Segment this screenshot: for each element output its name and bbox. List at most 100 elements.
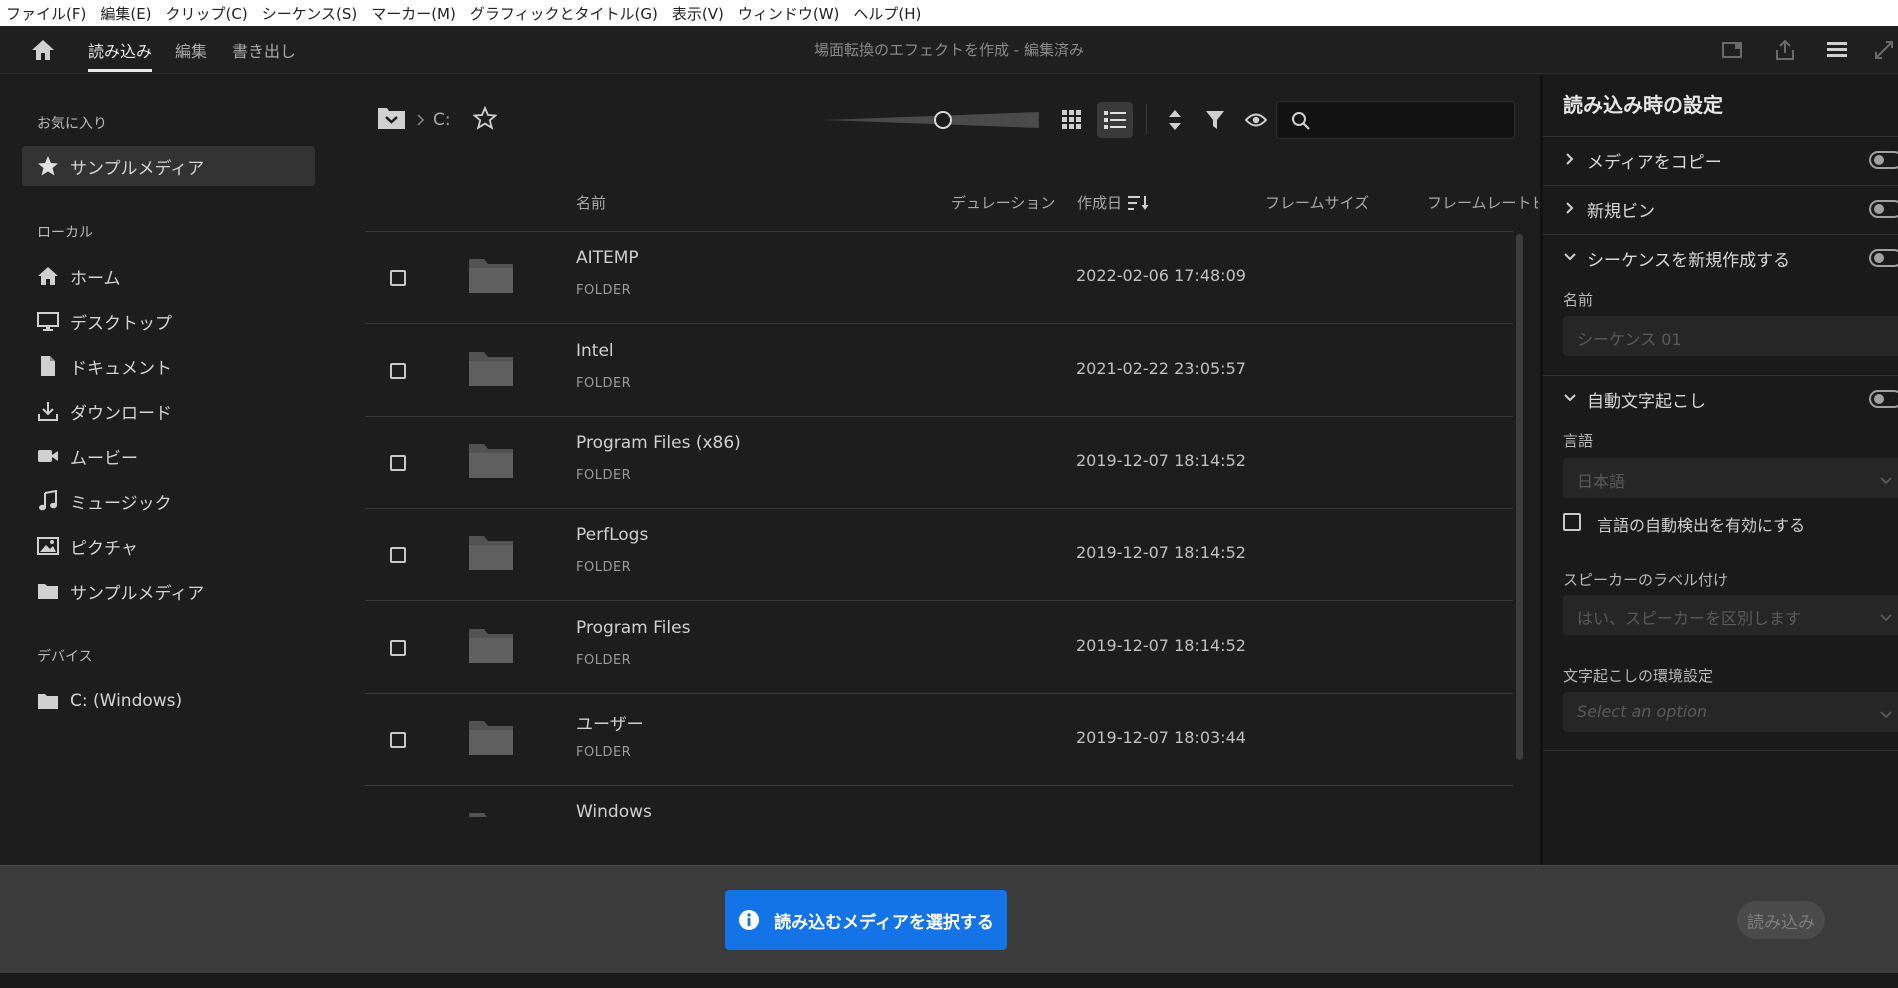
row-checkbox[interactable]: [390, 547, 406, 563]
column-frame-size[interactable]: フレームサイズ: [1265, 192, 1369, 213]
settings-title: 読み込み時の設定: [1563, 93, 1723, 117]
sidebar-item-downloads[interactable]: ダウンロード: [22, 391, 315, 431]
table-row[interactable]: PerfLogs FOLDER 2019-12-07 18:14:52: [365, 509, 1513, 601]
transcribe-pref-select[interactable]: Select an option: [1563, 692, 1898, 732]
new-bin-toggle[interactable]: [1869, 200, 1898, 218]
sidebar-item-sample-media[interactable]: サンプルメディア: [22, 571, 315, 611]
workspace-menu-icon[interactable]: [1824, 38, 1850, 62]
select-media-button[interactable]: 読み込むメディアを選択する: [725, 890, 1007, 950]
table-row[interactable]: Program Files FOLDER 2019-12-07 18:14:52: [365, 602, 1513, 694]
table-row[interactable]: Program Files (x86) FOLDER 2019-12-07 18…: [365, 417, 1513, 509]
document-icon: [36, 355, 60, 377]
menu-clip[interactable]: クリップ(C): [166, 3, 248, 24]
sequence-name-field[interactable]: シーケンス 01: [1563, 316, 1898, 356]
list-view-icon[interactable]: [1097, 102, 1133, 138]
file-type: FOLDER: [576, 468, 632, 483]
location-sidebar: お気に入り サンプルメディア ローカル ホーム デスクトップ ドキュメント ダウ…: [0, 75, 340, 865]
menu-marker[interactable]: マーカー(M): [371, 3, 456, 24]
sidebar-item-label: ピクチャ: [70, 538, 138, 559]
chevron-right-icon: [1563, 151, 1577, 165]
new-sequence-toggle[interactable]: [1869, 249, 1898, 267]
import-button[interactable]: 読み込み: [1737, 901, 1825, 939]
language-label: 言語: [1563, 432, 1594, 450]
folder-icon: [468, 718, 514, 756]
fullscreen-icon[interactable]: [1872, 38, 1898, 62]
language-select[interactable]: 日本語: [1563, 458, 1898, 498]
sidebar-item-home[interactable]: ホーム: [22, 256, 315, 296]
sidebar-item-pictures[interactable]: ピクチャ: [22, 526, 315, 566]
sort-descending-icon[interactable]: [1128, 194, 1150, 216]
sidebar-item-music[interactable]: ミュージック: [22, 481, 315, 521]
file-date: 2021-02-22 23:05:57: [1076, 359, 1246, 378]
auto-detect-checkbox[interactable]: [1563, 513, 1581, 531]
table-row[interactable]: Windows: [365, 786, 1513, 817]
row-checkbox[interactable]: [390, 363, 406, 379]
music-icon: [36, 490, 60, 512]
sidebar-item-desktop[interactable]: デスクトップ: [22, 301, 315, 341]
document-title: 場面転換のエフェクトを作成 - 編集済み: [814, 41, 1084, 59]
share-icon[interactable]: [1772, 38, 1798, 62]
speaker-select[interactable]: はい、スピーカーを区別します: [1563, 595, 1898, 635]
table-row[interactable]: AITEMP FOLDER 2022-02-06 17:48:09: [365, 232, 1513, 324]
copy-media-row[interactable]: メディアをコピー: [1543, 139, 1898, 179]
row-checkbox[interactable]: [390, 455, 406, 471]
file-date: 2019-12-07 18:03:44: [1076, 728, 1246, 747]
quick-export-icon[interactable]: [1720, 38, 1746, 62]
sort-icon[interactable]: [1157, 102, 1193, 138]
import-settings-panel: 読み込み時の設定 メディアをコピー 新規ビン シーケンスを新規作成する 名前 シ…: [1540, 75, 1898, 865]
new-sequence-label: シーケンスを新規作成する: [1587, 251, 1791, 271]
sidebar-item-sample-media-favorite[interactable]: サンプルメディア: [22, 146, 315, 186]
new-bin-label: 新規ビン: [1587, 202, 1655, 222]
menu-view[interactable]: 表示(V): [672, 3, 724, 24]
sidebar-item-c-drive[interactable]: C: (Windows): [22, 681, 315, 721]
sidebar-item-documents[interactable]: ドキュメント: [22, 346, 315, 386]
copy-media-label: メディアをコピー: [1587, 153, 1722, 173]
speaker-value: はい、スピーカーを区別します: [1577, 609, 1802, 628]
chevron-down-icon: [1879, 471, 1893, 490]
sidebar-item-label: C: (Windows): [70, 691, 183, 711]
breadcrumb-path[interactable]: C:: [433, 110, 451, 130]
copy-media-toggle[interactable]: [1869, 151, 1898, 169]
column-created[interactable]: 作成日: [1077, 192, 1122, 213]
folder-icon: [468, 349, 514, 387]
table-row[interactable]: ユーザー FOLDER 2019-12-07 18:03:44: [365, 694, 1513, 786]
menu-edit[interactable]: 編集(E): [100, 3, 151, 24]
file-type: FOLDER: [576, 560, 632, 575]
menu-help[interactable]: ヘルプ(H): [853, 3, 921, 24]
folder-dropdown-icon[interactable]: [377, 105, 407, 135]
sidebar-item-movies[interactable]: ムービー: [22, 436, 315, 476]
file-name: Windows: [576, 802, 652, 817]
column-truncated[interactable]: ビ: [1532, 192, 1538, 213]
row-checkbox[interactable]: [390, 270, 406, 286]
table-row[interactable]: Intel FOLDER 2021-02-22 23:05:57: [365, 325, 1513, 417]
toolbar-divider: [1146, 104, 1147, 134]
menu-graphics[interactable]: グラフィックとタイトル(G): [470, 3, 658, 24]
info-icon: [738, 909, 760, 931]
filter-icon[interactable]: [1197, 102, 1233, 138]
star-icon: [36, 155, 60, 177]
menu-file[interactable]: ファイル(F): [6, 3, 86, 24]
column-name[interactable]: 名前: [576, 192, 606, 213]
favorite-star-icon[interactable]: [471, 105, 498, 134]
new-bin-row[interactable]: 新規ビン: [1543, 188, 1898, 228]
column-frame-rate[interactable]: フレームレート: [1427, 192, 1532, 213]
column-duration[interactable]: デュレーション: [951, 192, 1055, 213]
menu-window[interactable]: ウィンドウ(W): [738, 3, 840, 24]
menu-sequence[interactable]: シーケンス(S): [262, 3, 357, 24]
new-sequence-row[interactable]: シーケンスを新規作成する: [1543, 237, 1898, 277]
monitor-icon: [36, 310, 60, 332]
row-checkbox[interactable]: [390, 640, 406, 656]
search-input[interactable]: [1276, 101, 1515, 139]
eye-icon[interactable]: [1238, 102, 1274, 138]
auto-transcribe-row[interactable]: 自動文字起こし: [1543, 378, 1898, 418]
folder-icon: [36, 580, 60, 602]
thumbnail-size-slider[interactable]: [825, 110, 1039, 130]
status-bar: [0, 973, 1898, 988]
download-icon: [36, 400, 60, 422]
grid-view-icon[interactable]: [1054, 102, 1090, 138]
auto-detect-label: 言語の自動検出を有効にする: [1597, 516, 1806, 535]
auto-transcribe-toggle[interactable]: [1869, 390, 1898, 408]
vertical-scrollbar[interactable]: [1516, 234, 1523, 760]
row-checkbox[interactable]: [390, 732, 406, 748]
sidebar-item-label: サンプルメディア: [70, 583, 205, 604]
